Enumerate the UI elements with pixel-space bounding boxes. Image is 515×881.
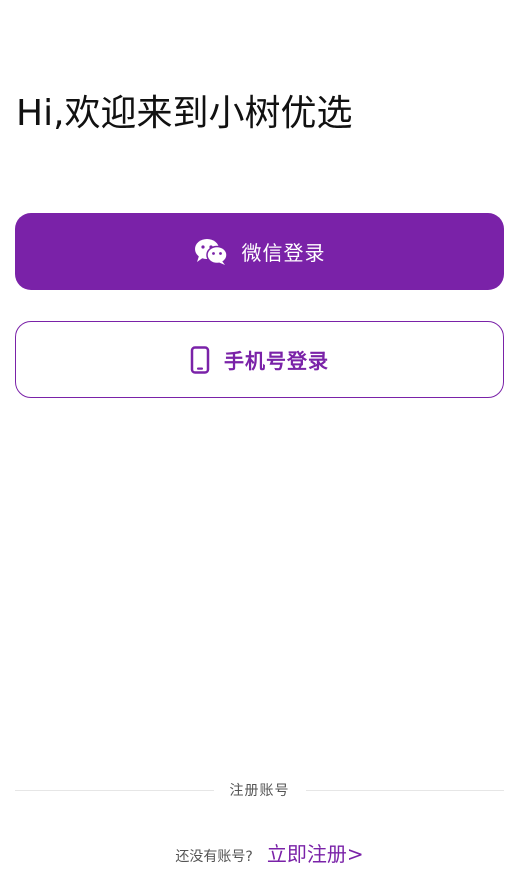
register-prompt-row: 还没有账号? 立即注册> [0, 838, 515, 870]
divider-label: 注册账号 [229, 783, 290, 799]
phone-login-label: 手机号登录 [224, 349, 329, 373]
wechat-login-button[interactable]: 微信登录 [15, 213, 504, 290]
phone-login-button[interactable]: 手机号登录 [15, 321, 504, 398]
register-now-link[interactable]: 立即注册> [267, 838, 364, 867]
no-account-text: 还没有账号? [175, 849, 253, 865]
wechat-icon [194, 238, 228, 266]
register-divider: 注册账号 [15, 778, 504, 802]
welcome-heading: Hi,欢迎来到小树优选 [16, 93, 353, 134]
mobile-phone-icon [190, 345, 210, 374]
divider-line-right [305, 789, 504, 791]
wechat-login-label: 微信登录 [241, 241, 326, 265]
divider-line-left [15, 789, 214, 791]
